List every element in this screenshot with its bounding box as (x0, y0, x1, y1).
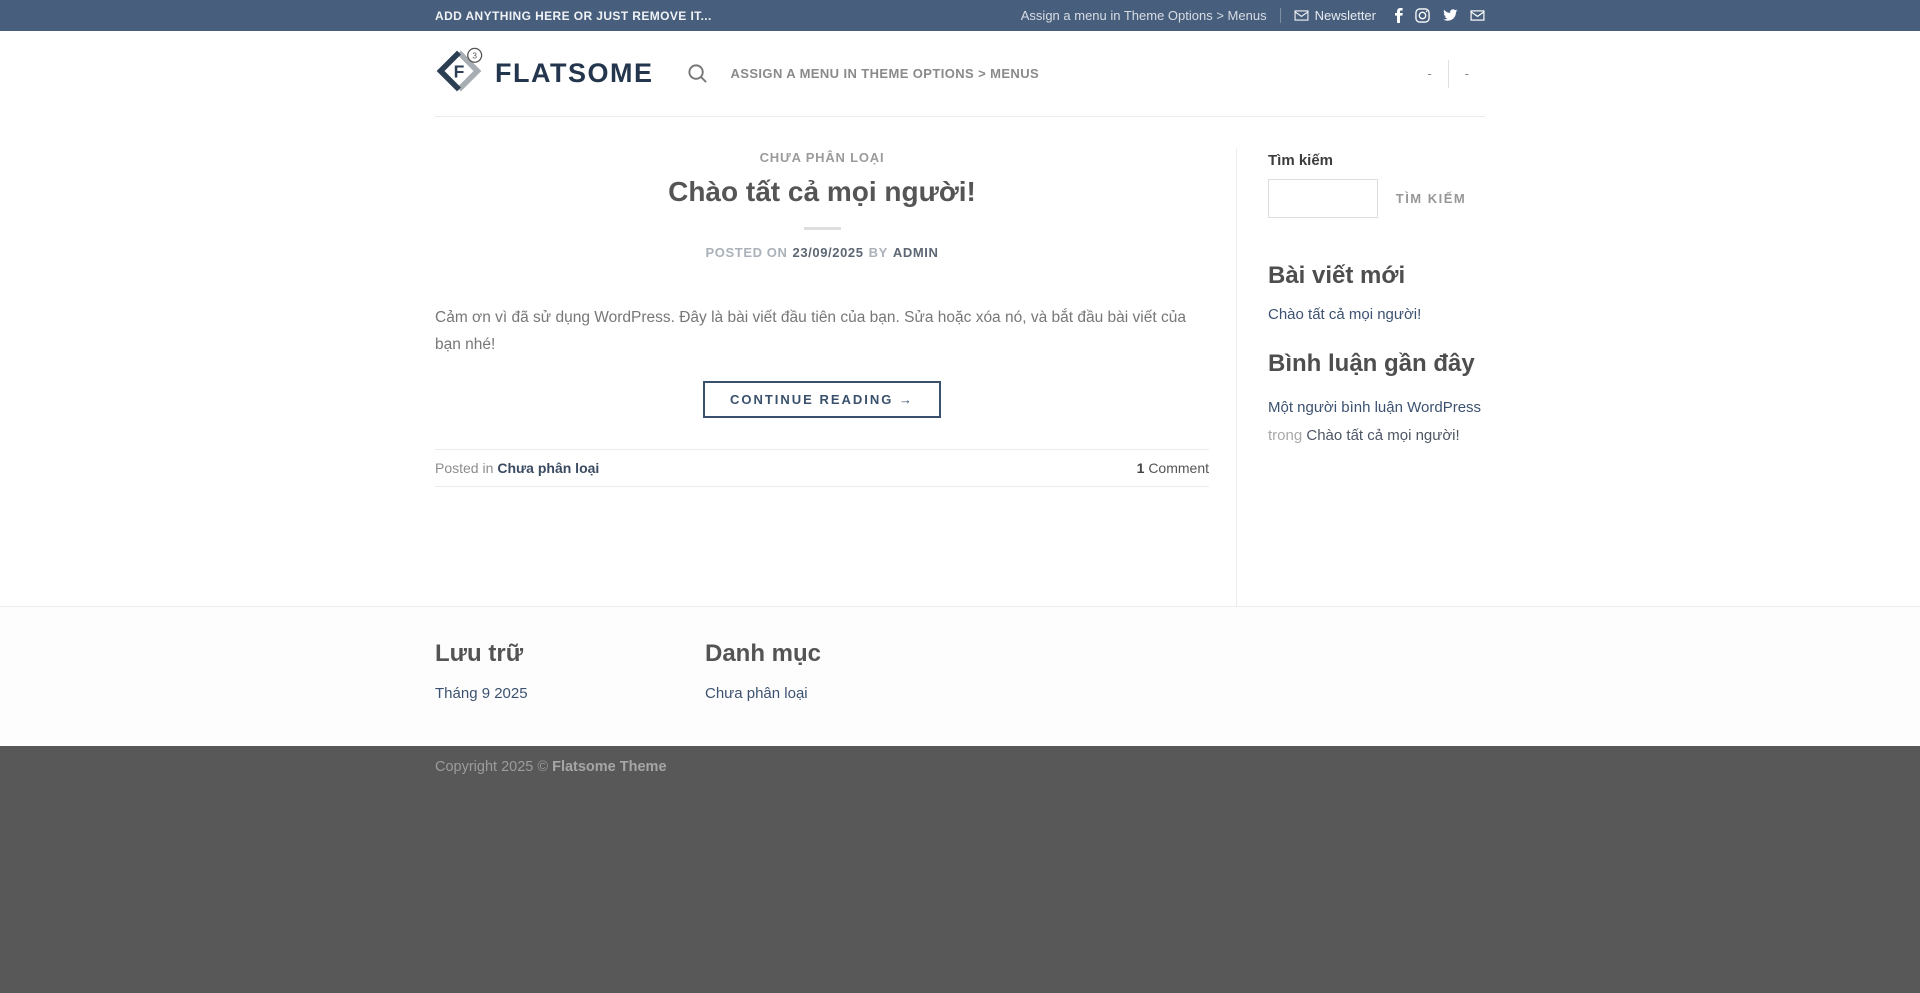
categories-widget: Danh mục Chưa phân loại (705, 640, 975, 703)
account-link[interactable]: - (1411, 66, 1447, 81)
sidebar: Tìm kiếm TÌM KIẾM Bài viết mới Chào tất … (1268, 148, 1484, 606)
site-logo[interactable]: F 3 FLATSOME (435, 47, 653, 100)
recent-comments-widget: Bình luận gần đây Một người bình luận Wo… (1268, 350, 1484, 450)
post-excerpt: Cảm ơn vì đã sử dụng WordPress. Đây là b… (435, 305, 1209, 359)
flatsome-logo-icon: F 3 (435, 47, 483, 100)
archives-title: Lưu trữ (435, 640, 705, 668)
copyright-brand: Flatsome Theme (552, 759, 666, 775)
recent-comments-title: Bình luận gần đây (1268, 350, 1484, 378)
post-meta: POSTED ON 23/09/2025 BY ADMIN (435, 245, 1209, 260)
search-submit-button[interactable]: TÌM KIẾM (1378, 183, 1484, 214)
twitter-icon[interactable] (1442, 9, 1458, 22)
topbar-message: ADD ANYTHING HERE OR JUST REMOVE IT... (435, 9, 712, 23)
comment-post-link[interactable]: Chào tất cả mọi người! (1306, 427, 1459, 444)
post-title[interactable]: Chào tất cả mọi người! (435, 174, 1209, 210)
comments-count: 1 (1137, 460, 1145, 476)
post-article: CHƯA PHÂN LOẠI Chào tất cả mọi người! PO… (435, 150, 1209, 487)
envelope-icon (1294, 10, 1309, 21)
post-date-link[interactable]: 23/09/2025 (793, 245, 864, 260)
comment-connector: trong (1268, 427, 1302, 444)
post-author-link[interactable]: ADMIN (893, 245, 939, 260)
archives-link[interactable]: Tháng 9 2025 (435, 685, 528, 702)
posted-on-label: POSTED ON (706, 245, 788, 260)
email-icon[interactable] (1470, 10, 1485, 21)
search-icon[interactable] (687, 63, 708, 84)
recent-post-link[interactable]: Chào tất cả mọi người! (1268, 306, 1421, 323)
instagram-icon[interactable] (1415, 8, 1430, 23)
categories-title: Danh mục (705, 640, 975, 668)
comments-label: Comment (1148, 460, 1209, 476)
logo-text: FLATSOME (495, 58, 653, 89)
posted-in-category-link[interactable]: Chưa phân loại (497, 460, 599, 476)
svg-text:F: F (454, 61, 465, 81)
posted-in: Posted inChưa phân loại (435, 460, 599, 476)
topbar-divider (1280, 8, 1281, 23)
post-footer: Posted inChưa phân loại 1 Comment (435, 449, 1209, 487)
copyright: Copyright 2025 © Flatsome Theme (435, 759, 1485, 775)
post-category[interactable]: CHƯA PHÂN LOẠI (435, 150, 1209, 165)
comment-author-link[interactable]: Một người bình luận WordPress (1268, 399, 1481, 416)
cart-link[interactable]: - (1449, 66, 1485, 81)
absolute-footer: Copyright 2025 © Flatsome Theme (0, 746, 1920, 993)
footer-widgets: Lưu trữ Tháng 9 2025 Danh mục Chưa phân … (0, 606, 1920, 746)
newsletter-link[interactable]: Newsletter (1294, 8, 1376, 23)
facebook-icon[interactable] (1394, 8, 1403, 23)
search-widget: Tìm kiếm TÌM KIẾM (1268, 152, 1484, 218)
title-divider (804, 227, 841, 230)
archives-widget: Lưu trữ Tháng 9 2025 (435, 640, 705, 703)
search-input[interactable] (1268, 179, 1378, 218)
top-bar: ADD ANYTHING HERE OR JUST REMOVE IT... A… (0, 0, 1920, 31)
logo-badge: 3 (472, 51, 477, 61)
recent-posts-title: Bài viết mới (1268, 262, 1484, 290)
recent-posts-widget: Bài viết mới Chào tất cả mọi người! (1268, 262, 1484, 324)
assign-menu-link[interactable]: Assign a menu in Theme Options > Menus (1021, 8, 1267, 23)
main-column: CHƯA PHÂN LOẠI Chào tất cả mọi người! PO… (435, 148, 1237, 606)
main-menu-placeholder[interactable]: ASSIGN A MENU IN THEME OPTIONS > MENUS (730, 66, 1039, 81)
copyright-text: Copyright 2025 © (435, 759, 552, 775)
by-label: BY (869, 245, 888, 260)
recent-comment-item: Một người bình luận WordPress trong Chào… (1268, 394, 1484, 450)
continue-reading-button[interactable]: CONTINUE READING → (703, 381, 941, 418)
content-area: CHƯA PHÂN LOẠI Chào tất cả mọi người! PO… (435, 148, 1485, 606)
categories-link[interactable]: Chưa phân loại (705, 685, 808, 702)
search-widget-title: Tìm kiếm (1268, 152, 1484, 169)
site-header: F 3 FLATSOME ASSIGN A MENU IN THEME OPTI… (0, 31, 1920, 118)
posted-in-label: Posted in (435, 460, 493, 476)
newsletter-label: Newsletter (1315, 8, 1376, 23)
comments-link[interactable]: 1 Comment (1137, 460, 1209, 476)
